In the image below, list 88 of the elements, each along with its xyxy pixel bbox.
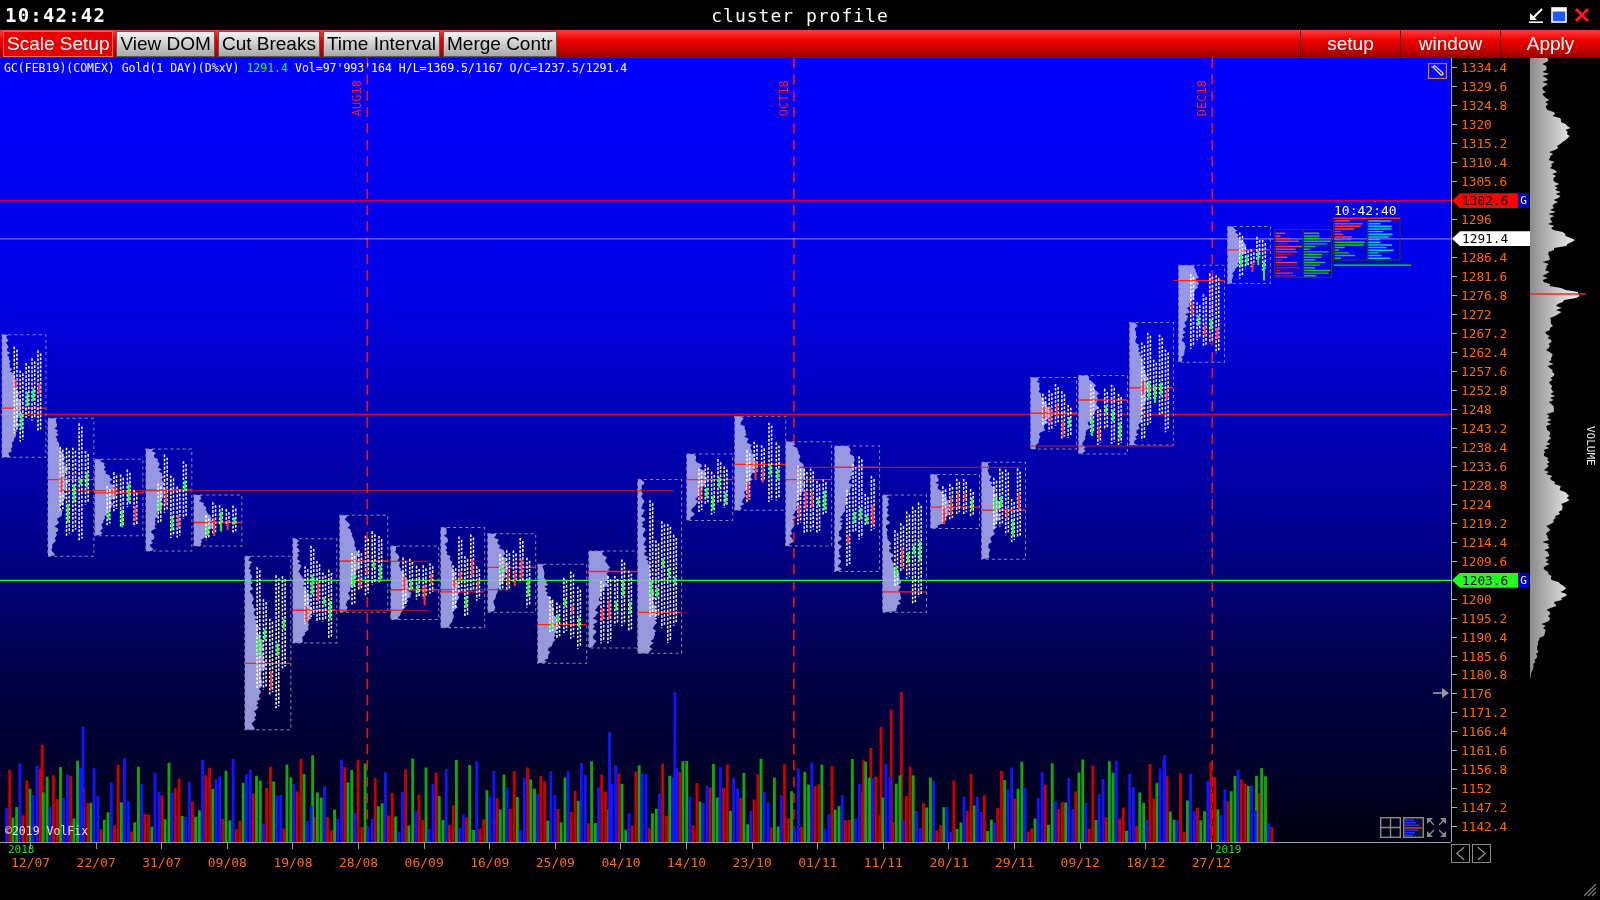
price-label: 1238.4 bbox=[1460, 439, 1508, 455]
price-label: 1228.8 bbox=[1460, 477, 1508, 493]
close-icon[interactable] bbox=[1574, 7, 1590, 23]
price-label: 1276.8 bbox=[1460, 288, 1508, 304]
price-label: 1310.4 bbox=[1460, 155, 1508, 171]
toolbar-tab[interactable]: Cut Breaks bbox=[217, 31, 320, 57]
toolbar-tab[interactable]: Time Interval bbox=[322, 31, 440, 57]
date-label: 29/11 bbox=[995, 855, 1035, 870]
price-label: 1267.2 bbox=[1460, 326, 1508, 342]
price-label: 1176 bbox=[1460, 686, 1492, 702]
price-label: 1142.4 bbox=[1460, 819, 1508, 835]
price-label: 1252.8 bbox=[1460, 382, 1508, 398]
price-label: 1219.2 bbox=[1460, 515, 1508, 531]
year-label: 2018 bbox=[8, 843, 35, 856]
price-label: 1152 bbox=[1460, 781, 1492, 797]
resize-grip-icon[interactable] bbox=[1583, 883, 1597, 897]
date-label: 20/11 bbox=[929, 855, 969, 870]
instrument-stats: Vol=97'993'164 H/L=1369.5/1167 O/C=1237.5/1291.4 bbox=[294, 61, 628, 75]
price-label: 1315.2 bbox=[1460, 136, 1508, 152]
price-label: 1305.6 bbox=[1460, 174, 1508, 190]
price-label: 1185.6 bbox=[1460, 648, 1508, 664]
scroll-left-button[interactable] bbox=[1451, 844, 1470, 863]
price-label: 1286.4 bbox=[1460, 250, 1508, 266]
instrument-label: GC(FEB19)(COMEX) Gold(1 DAY)(D%xV) bbox=[4, 61, 240, 75]
date-label: 04/10 bbox=[601, 855, 641, 870]
price-label: 1161.6 bbox=[1460, 743, 1508, 759]
price-label: 1324.8 bbox=[1460, 98, 1508, 114]
price-tag: 1302.6 bbox=[1452, 193, 1518, 209]
price-label: 1190.4 bbox=[1460, 629, 1508, 645]
toolbar-tab[interactable]: Scale Setup bbox=[3, 31, 114, 57]
copyright-text: ©2019 VolFix bbox=[5, 824, 89, 838]
clock: 10:42:42 bbox=[4, 4, 108, 26]
price-label: 1296 bbox=[1460, 212, 1492, 228]
volume-label: VOLUME bbox=[1584, 426, 1597, 466]
price-label: 1224 bbox=[1460, 496, 1492, 512]
price-label: 1272 bbox=[1460, 307, 1492, 323]
price-label: 1156.8 bbox=[1460, 762, 1508, 778]
date-label: 22/07 bbox=[76, 855, 116, 870]
price-label: 1180.8 bbox=[1460, 667, 1508, 683]
date-label: 18/12 bbox=[1126, 855, 1166, 870]
price-label: 1334.4 bbox=[1460, 60, 1508, 76]
date-label: 09/08 bbox=[207, 855, 247, 870]
chevron-right-icon bbox=[1477, 846, 1486, 861]
scroll-right-button[interactable] bbox=[1472, 844, 1491, 863]
date-label: 27/12 bbox=[1191, 855, 1231, 870]
price-label: 1329.6 bbox=[1460, 79, 1508, 95]
price-label: 1147.2 bbox=[1460, 800, 1508, 816]
date-label: 06/09 bbox=[404, 855, 444, 870]
chevron-left-icon bbox=[1456, 846, 1465, 861]
price-label: 1320 bbox=[1460, 117, 1492, 133]
price-label: 1171.2 bbox=[1460, 705, 1508, 721]
year-label: 2019 bbox=[1215, 843, 1242, 856]
price-label: 1262.4 bbox=[1460, 345, 1508, 360]
flag-label: G bbox=[1518, 572, 1529, 588]
price-label: 1233.6 bbox=[1460, 458, 1508, 474]
month-label: OCT18 bbox=[777, 80, 790, 117]
date-label: 28/08 bbox=[339, 855, 379, 870]
price-label: 1195.2 bbox=[1460, 610, 1508, 626]
window-title: cluster profile bbox=[711, 4, 889, 26]
price-label: 1214.4 bbox=[1460, 534, 1508, 550]
month-label: AUG18 bbox=[351, 80, 364, 117]
date-label: 01/11 bbox=[798, 855, 838, 870]
date-label: 19/08 bbox=[273, 855, 313, 870]
update-time: 10:42:40 bbox=[1334, 203, 1397, 218]
date-label: 16/09 bbox=[470, 855, 510, 870]
date-label: 25/09 bbox=[535, 855, 575, 870]
flag-label: G bbox=[1518, 193, 1529, 209]
date-label: 11/11 bbox=[863, 855, 903, 870]
date-label: 14/10 bbox=[667, 855, 707, 870]
price-label: 1281.6 bbox=[1460, 269, 1508, 285]
price-label: 1209.6 bbox=[1460, 553, 1508, 569]
price-label: 1248 bbox=[1460, 401, 1492, 417]
price-label: 1166.4 bbox=[1460, 724, 1508, 740]
price-tag: 1203.6 bbox=[1452, 572, 1518, 588]
month-label: DEC18 bbox=[1196, 80, 1209, 117]
toolbar-tab[interactable]: Merge Contr bbox=[443, 31, 557, 57]
arrow-down-left-icon[interactable] bbox=[1528, 7, 1544, 23]
window-icon[interactable] bbox=[1551, 7, 1567, 23]
date-label: 09/12 bbox=[1060, 855, 1100, 870]
date-label: 12/07 bbox=[11, 855, 51, 870]
date-label: 31/07 bbox=[142, 855, 182, 870]
date-label: 23/10 bbox=[732, 855, 772, 870]
last-price: 1291.4 bbox=[246, 61, 288, 75]
price-tag: 1291.4 bbox=[1452, 231, 1530, 247]
price-label: 1257.6 bbox=[1460, 364, 1508, 379]
price-label: 1243.2 bbox=[1460, 420, 1508, 436]
toolbar-tab[interactable]: View DOM bbox=[116, 31, 215, 57]
price-label: 1200 bbox=[1460, 591, 1492, 607]
